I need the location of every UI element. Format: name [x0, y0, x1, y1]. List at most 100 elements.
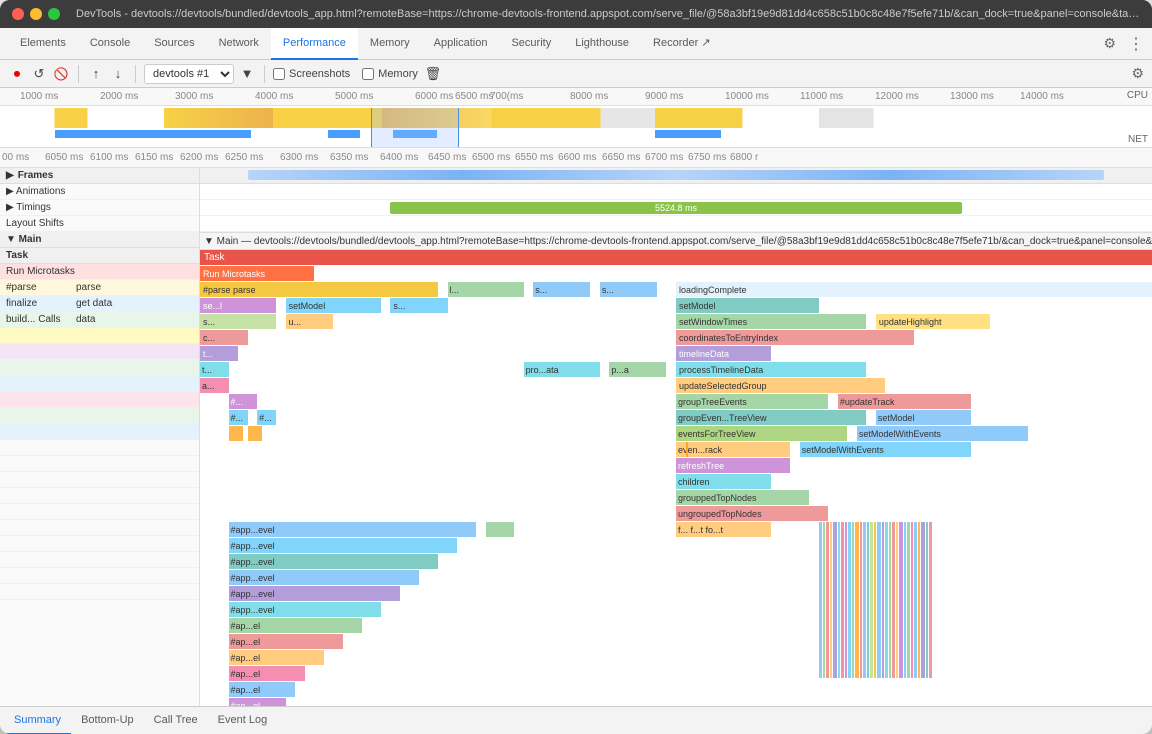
tab-sources[interactable]: Sources	[142, 28, 206, 60]
tab-event-log[interactable]: Event Log	[208, 707, 278, 734]
run-microtasks-row-canvas: Run Microtasks	[200, 266, 1152, 282]
tab-memory[interactable]: Memory	[358, 28, 422, 60]
tab-elements[interactable]: Elements	[8, 28, 78, 60]
loading-complete-right: loadingComplete	[676, 282, 1152, 297]
overview-mini-bars	[0, 108, 1092, 148]
fo-bar1: f... f...t fo...t	[676, 522, 771, 537]
deep-row-5	[0, 392, 199, 408]
deep-row-10	[0, 472, 199, 488]
app-evel-text-2: #app...evel	[231, 541, 275, 551]
timeline-bar: t...	[200, 346, 238, 361]
tab-summary[interactable]: Summary	[4, 707, 71, 734]
ap-el-5: #ap...el	[229, 682, 296, 697]
tab-recorder[interactable]: Recorder ↗	[641, 28, 723, 60]
stop-recording-button[interactable]: ↺	[30, 65, 48, 83]
download-button[interactable]: ↓	[109, 65, 127, 83]
task-label: Task	[204, 252, 225, 263]
title-bar: DevTools - devtools://devtools/bundled/d…	[0, 0, 1152, 28]
setmodel-3: s...	[390, 298, 447, 313]
timings-bar: 5524.8 ms	[390, 202, 961, 214]
eventstreeview-bar: eventsForTreeView	[676, 426, 847, 441]
memory-label[interactable]: Memory	[362, 68, 418, 80]
window-title: DevTools - devtools://devtools/bundled/d…	[76, 8, 1140, 20]
tick-6450: 6450 ms	[428, 152, 466, 163]
layout-shifts-label-row: Layout Shifts	[0, 216, 199, 232]
update-group-text: updateSelectedGroup	[679, 381, 767, 391]
sidebar-labels: ▶ Frames ▶ Animations ▶ Timings	[0, 168, 200, 706]
setmodel-text1: s...	[535, 285, 547, 295]
tab-console[interactable]: Console	[78, 28, 142, 60]
appendatlevel-row: #... groupTreeEvents #updateTrack	[200, 394, 1152, 410]
net-label: NET	[1128, 134, 1148, 145]
tick-6750: 6750 ms	[688, 152, 726, 163]
tick-14000: 14000 ms	[1020, 91, 1064, 102]
upload-button[interactable]: ↑	[87, 65, 105, 83]
app-evel-3: #app...evel	[229, 554, 438, 569]
sep3	[264, 65, 265, 83]
overview-area[interactable]: 1000 ms 2000 ms 3000 ms 4000 ms 5000 ms …	[0, 88, 1152, 148]
app-evel-5: #app...evel	[229, 586, 400, 601]
settings-icon[interactable]: ⚙	[1103, 35, 1116, 52]
setwindow-text: s...	[203, 317, 215, 327]
deep-row-14	[0, 536, 199, 552]
tab-application[interactable]: Application	[422, 28, 500, 60]
flame-with-sidebar: ▶ Frames ▶ Animations ▶ Timings	[0, 168, 1152, 706]
toolbar-settings-icon[interactable]: ⚙	[1131, 65, 1144, 82]
tab-bottom-up[interactable]: Bottom-Up	[71, 707, 144, 734]
ungrouped-bar: ungroupedTopNodes	[676, 506, 828, 521]
ap-el-text-1: #ap...el	[231, 621, 261, 631]
finalize-text: se...l	[203, 301, 222, 311]
tab-call-tree[interactable]: Call Tree	[144, 707, 208, 734]
yellow-tick	[686, 442, 688, 457]
fo-text1: f... f...t fo...t	[678, 525, 723, 535]
tab-network[interactable]: Network	[207, 28, 271, 60]
setmodel-2: s...	[600, 282, 657, 297]
process-right: processTimelineData	[676, 362, 866, 377]
updatetrack-text: #updateTrack	[840, 397, 895, 407]
trash-button[interactable]: 🗑	[424, 65, 442, 83]
parse-col1: #parse	[6, 282, 76, 293]
tab-lighthouse[interactable]: Lighthouse	[563, 28, 641, 60]
tab-security[interactable]: Security	[499, 28, 563, 60]
deep-row-8	[0, 440, 199, 456]
tick-6400: 6400 ms	[380, 152, 418, 163]
tab-performance[interactable]: Performance	[271, 28, 358, 60]
record-button[interactable]: ⏺	[8, 65, 26, 83]
clear-button[interactable]: 🚫	[52, 65, 70, 83]
setmodel-bar-r: setModel	[876, 410, 971, 425]
deep-row-6	[0, 408, 199, 424]
deep-row-4	[0, 376, 199, 392]
sep2	[135, 65, 136, 83]
ap-el-6: #ap...el	[229, 698, 286, 706]
frames-toggle[interactable]: ▶	[6, 170, 14, 181]
tick-7000: 700(ms	[490, 91, 523, 102]
app-evel-text-1: #app...evel	[231, 525, 275, 535]
minimize-button[interactable]	[30, 8, 42, 20]
screenshots-checkbox[interactable]	[273, 68, 285, 80]
target-select[interactable]: devtools #1	[144, 64, 234, 84]
animations-label: ▶ Animations	[6, 186, 65, 197]
more-options-icon[interactable]: ⋮	[1128, 34, 1144, 54]
flame-canvas-area[interactable]: 5524.8 ms ▼ Main — devtools://devtools/b…	[200, 168, 1152, 706]
flame-chart-section: ▶ Frames ▶ Animations ▶ Timings	[0, 168, 1152, 734]
dense-right-bars	[819, 522, 1086, 678]
memory-checkbox[interactable]	[362, 68, 374, 80]
tab-event-log-label: Event Log	[218, 714, 268, 726]
update-hl-right-text: updateHighlight	[879, 317, 942, 327]
dropdown-btn[interactable]: ▼	[238, 65, 256, 83]
updatetrack-bar: #updateTrack	[838, 394, 971, 409]
deep-row-13	[0, 520, 199, 536]
screenshots-label[interactable]: Screenshots	[273, 68, 350, 80]
evenrack-bar: even...rack	[676, 442, 790, 457]
deep-row-1	[0, 328, 199, 344]
tick-5000: 5000 ms	[335, 91, 373, 102]
ap-el-2: #ap...el	[229, 634, 343, 649]
timeline-right: timelineData	[676, 346, 771, 361]
setwindow-bar: s...	[200, 314, 276, 329]
maximize-button[interactable]	[48, 8, 60, 20]
ap-el-text-5: #ap...el	[231, 685, 261, 695]
tick-10000: 10000 ms	[725, 91, 769, 102]
close-button[interactable]	[12, 8, 24, 20]
tab-call-tree-label: Call Tree	[154, 714, 198, 726]
selection-region[interactable]	[371, 108, 458, 148]
